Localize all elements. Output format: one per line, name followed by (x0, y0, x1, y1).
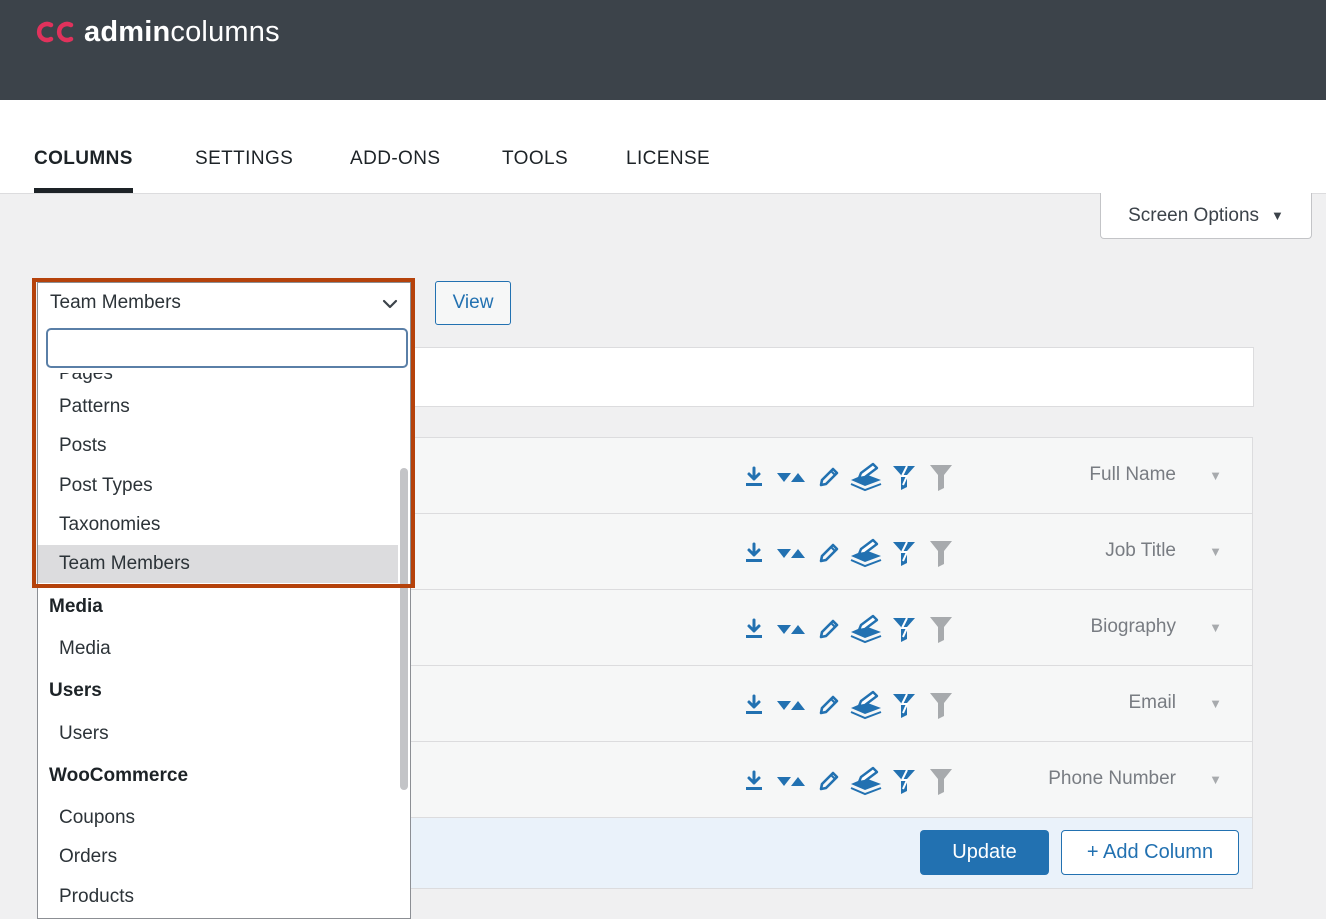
column-row[interactable]: Email ▼ (411, 666, 1252, 742)
dropdown-option[interactable]: Patterns (38, 388, 398, 426)
column-toggle-icon[interactable]: ▼ (1209, 620, 1222, 635)
column-feature-icons (735, 462, 960, 492)
dropdown-option[interactable]: Media (38, 630, 398, 668)
dropdown-option[interactable]: Products (38, 878, 398, 916)
filter-icon[interactable] (923, 766, 961, 796)
screen-options-label: Screen Options (1128, 204, 1260, 226)
column-label: Job Title (1105, 540, 1176, 561)
dropdown-option[interactable]: Team Members (38, 545, 398, 583)
column-row[interactable]: Biography ▼ (411, 590, 1252, 666)
sort-icon[interactable] (773, 690, 811, 720)
filter-icon[interactable] (923, 462, 961, 492)
column-row[interactable]: Full Name ▼ (411, 438, 1252, 514)
export-icon[interactable] (735, 614, 773, 644)
list-screen-dropdown: Pages Patterns Posts Post Types Taxonomies Te… (37, 323, 411, 919)
column-label: Full Name (1089, 464, 1176, 485)
column-toggle-icon[interactable]: ▼ (1209, 468, 1222, 483)
edit-icon[interactable] (810, 690, 848, 720)
column-feature-icons (735, 614, 960, 644)
caret-down-icon: ▼ (1271, 208, 1284, 223)
column-toggle-icon[interactable]: ▼ (1209, 772, 1222, 787)
dropdown-options: Pages Patterns Posts Post Types Taxonomies Te… (38, 373, 398, 918)
sort-icon[interactable] (773, 614, 811, 644)
bulk-edit-icon[interactable] (848, 538, 886, 568)
columns-panel: Full Name ▼ Job Title ▼ Biography ▼ Email ▼ Phon… (410, 437, 1253, 889)
smart-filter-icon[interactable] (885, 538, 923, 568)
export-icon[interactable] (735, 462, 773, 492)
column-feature-icons (735, 690, 960, 720)
dropdown-group-label: Users (49, 680, 102, 701)
admincolumns-logo: admincolumns (36, 14, 280, 50)
top-bar: admincolumns (0, 0, 1326, 100)
dropdown-group-label: Media (49, 596, 103, 617)
dropdown-option[interactable]: Orders (38, 838, 398, 876)
sort-icon[interactable] (773, 766, 811, 796)
column-toggle-icon[interactable]: ▼ (1209, 544, 1222, 559)
chevron-down-icon (382, 299, 398, 309)
column-toggle-icon[interactable]: ▼ (1209, 696, 1222, 711)
column-label: Email (1128, 692, 1176, 713)
column-feature-icons (735, 766, 960, 796)
smart-filter-icon[interactable] (885, 614, 923, 644)
smart-filter-icon[interactable] (885, 690, 923, 720)
column-row[interactable]: Phone Number ▼ (411, 742, 1252, 818)
bulk-edit-icon[interactable] (848, 614, 886, 644)
column-label: Biography (1090, 616, 1176, 637)
sort-icon[interactable] (773, 538, 811, 568)
dropdown-scrollbar[interactable] (400, 468, 408, 790)
dropdown-option[interactable]: Taxonomies (38, 506, 398, 544)
dropdown-option[interactable]: Coupons (38, 799, 398, 837)
tab-settings[interactable]: SETTINGS (195, 148, 293, 193)
dropdown-group-label: WooCommerce (49, 765, 189, 786)
tab-add-ons[interactable]: ADD-ONS (350, 148, 440, 193)
list-screen-select[interactable]: Team Members (37, 282, 411, 324)
column-row[interactable]: Job Title ▼ (411, 514, 1252, 590)
smart-filter-icon[interactable] (885, 766, 923, 796)
filter-icon[interactable] (923, 614, 961, 644)
edit-icon[interactable] (810, 614, 848, 644)
settings-tabs: COLUMNS SETTINGS ADD-ONS TOOLS LICENSE (0, 100, 1326, 194)
logo-mark-icon (36, 21, 74, 43)
tab-tools[interactable]: TOOLS (502, 148, 568, 193)
view-button[interactable]: View (435, 281, 511, 325)
bulk-edit-icon[interactable] (848, 766, 886, 796)
edit-icon[interactable] (810, 766, 848, 796)
update-button[interactable]: Update (920, 830, 1049, 875)
export-icon[interactable] (735, 538, 773, 568)
logo-text: admincolumns (84, 15, 280, 48)
sort-icon[interactable] (773, 462, 811, 492)
tab-columns[interactable]: COLUMNS (34, 148, 133, 193)
dropdown-option[interactable]: Users (38, 715, 398, 753)
info-box (410, 347, 1254, 407)
filter-icon[interactable] (923, 538, 961, 568)
add-column-button[interactable]: + Add Column (1061, 830, 1239, 875)
column-feature-icons (735, 538, 960, 568)
screen-options-button[interactable]: Screen Options ▼ (1100, 193, 1312, 239)
export-icon[interactable] (735, 766, 773, 796)
selected-list-screen: Team Members (50, 292, 181, 313)
export-icon[interactable] (735, 690, 773, 720)
bulk-edit-icon[interactable] (848, 462, 886, 492)
edit-icon[interactable] (810, 538, 848, 568)
filter-icon[interactable] (923, 690, 961, 720)
bulk-edit-icon[interactable] (848, 690, 886, 720)
smart-filter-icon[interactable] (885, 462, 923, 492)
dropdown-option[interactable]: Post Types (38, 467, 398, 505)
tab-license[interactable]: LICENSE (626, 148, 710, 193)
dropdown-option[interactable]: Posts (38, 427, 398, 465)
edit-icon[interactable] (810, 462, 848, 492)
dropdown-search-input[interactable] (46, 328, 408, 368)
columns-footer: Update + Add Column (411, 818, 1252, 888)
column-label: Phone Number (1048, 768, 1176, 789)
